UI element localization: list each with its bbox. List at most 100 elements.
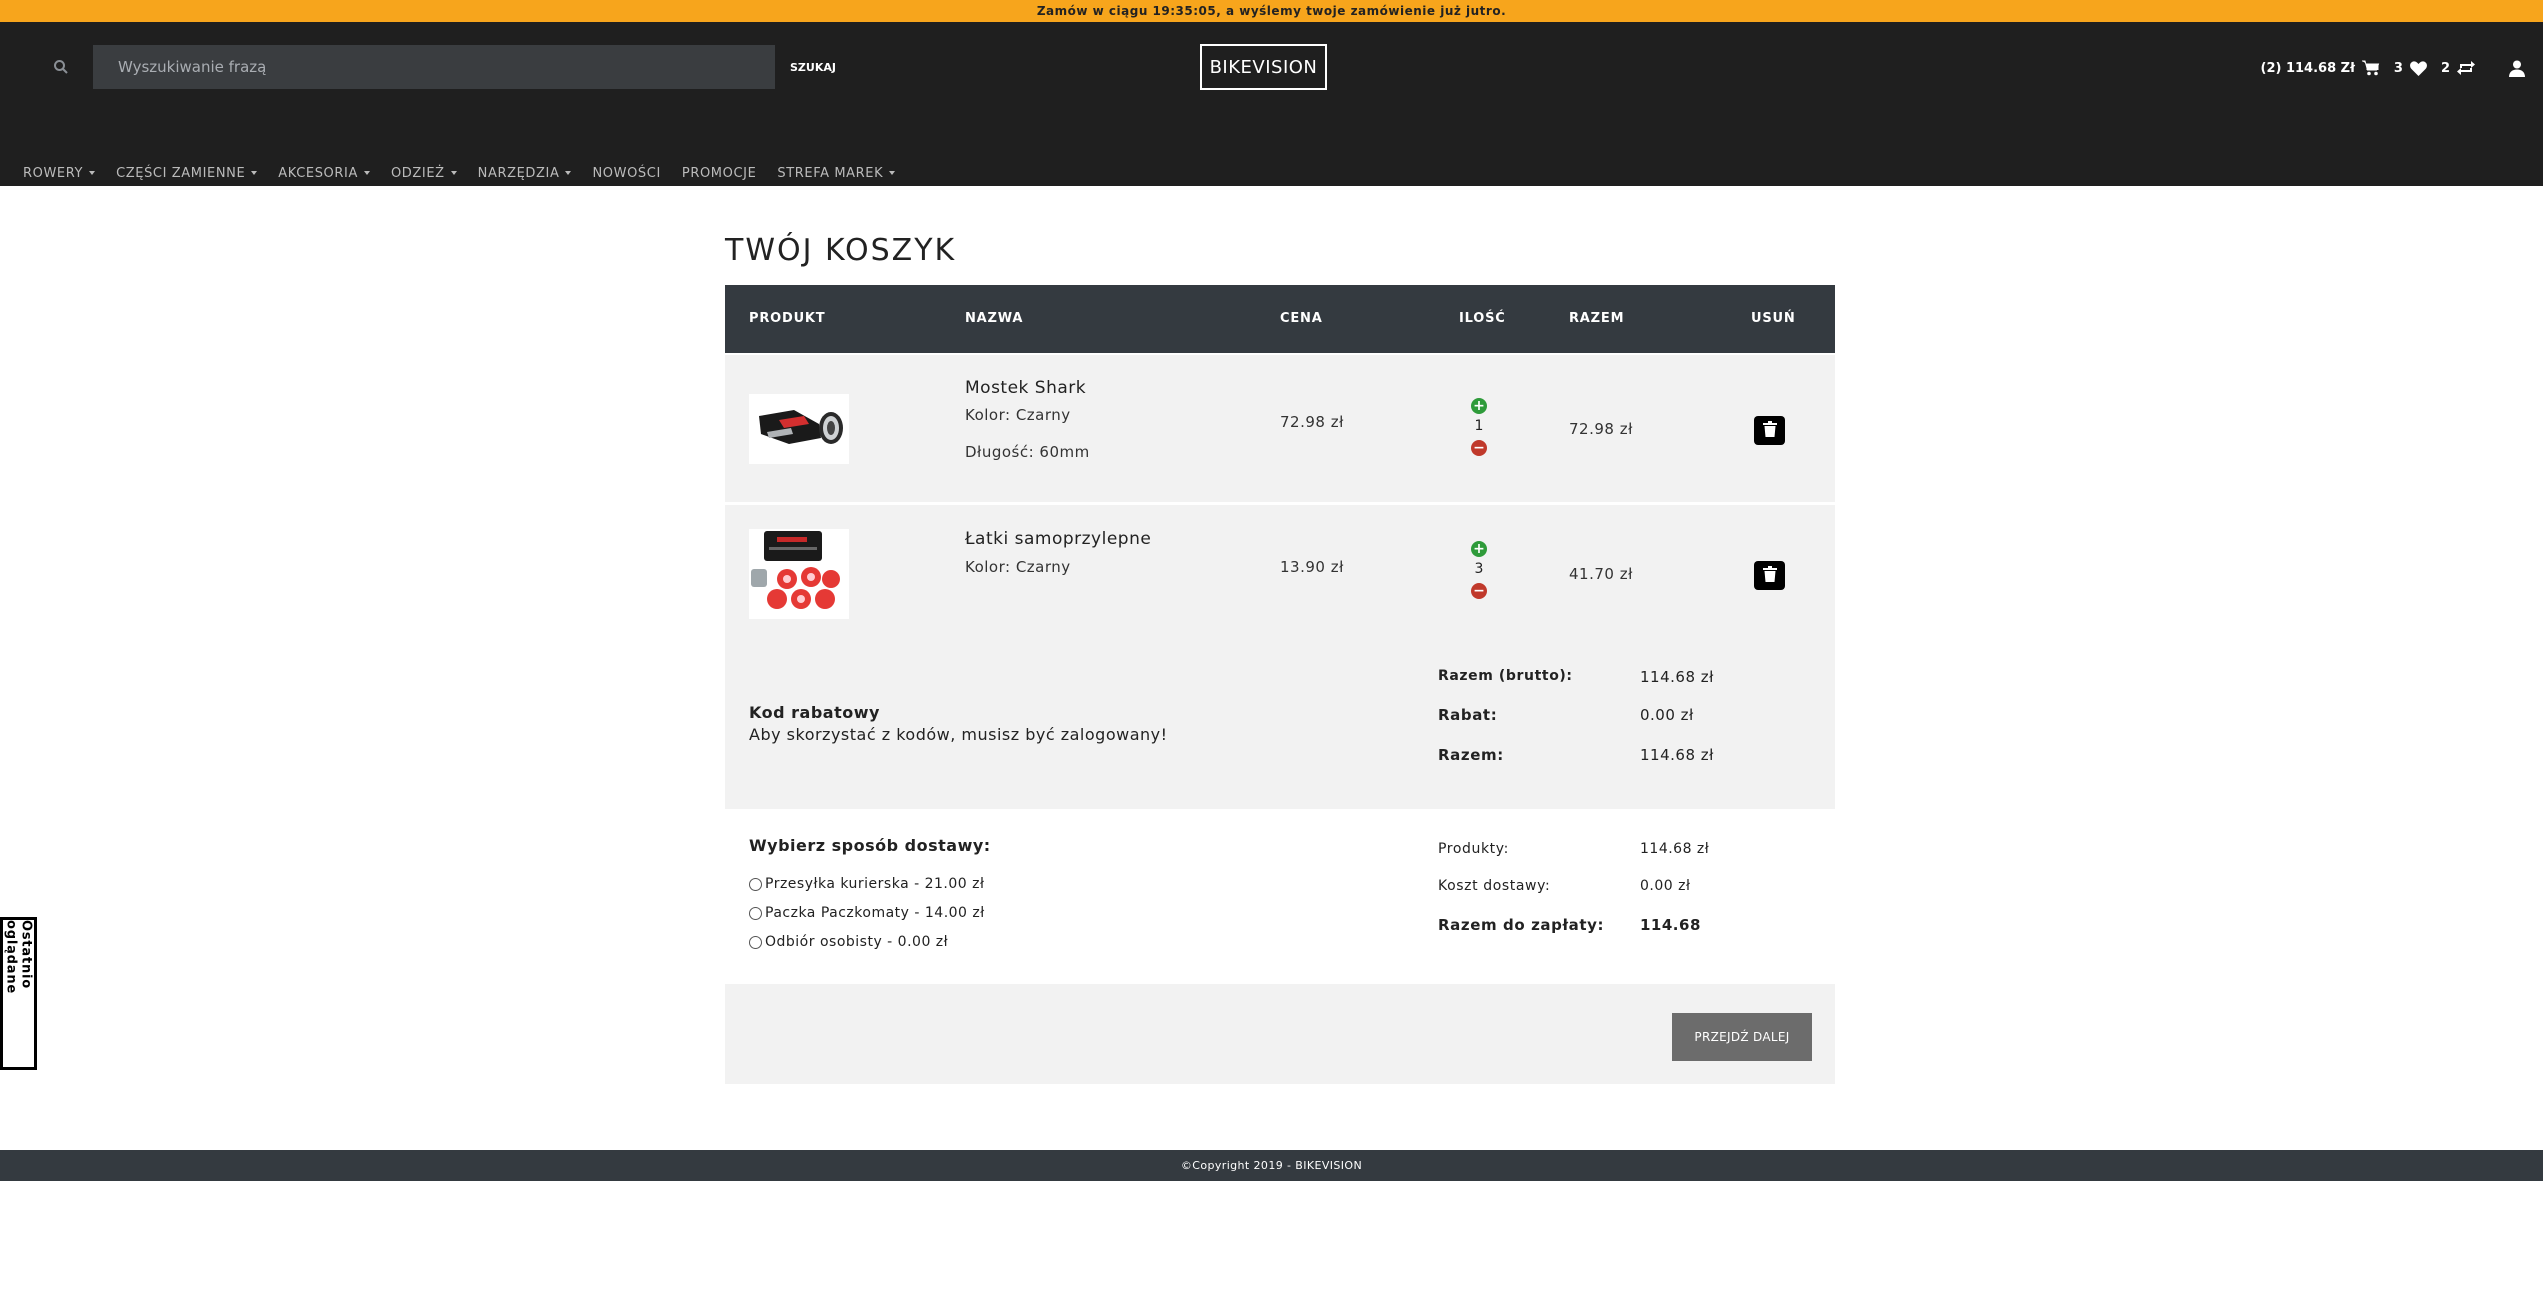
nav-item-promocje[interactable]: PROMOCJE (682, 166, 756, 181)
caret-down-icon (363, 171, 370, 175)
gross-value: 114.68 zł (1640, 668, 1714, 686)
decrease-qty-button[interactable]: − (1471, 440, 1487, 456)
nav-item-label: AKCESORIA (278, 165, 358, 181)
search-button[interactable]: SZUKAJ (790, 56, 836, 78)
coupon-note: Aby skorzystać z kodów, musisz być zalog… (749, 725, 1168, 744)
nav-item-narzedzia[interactable]: NARZĘDZIA (478, 166, 572, 181)
wishlist-link[interactable]: 3 (2394, 61, 2427, 76)
heart-icon (2410, 60, 2427, 76)
logo[interactable]: BIKEVISION (1200, 44, 1327, 90)
wishlist-count: 3 (2393, 60, 2403, 76)
delivery-section: Wybierz sposób dostawy: Przesyłka kurier… (725, 809, 1835, 982)
product-image[interactable] (749, 529, 849, 619)
product-attribute: Kolor: Czarny (965, 406, 1071, 424)
remove-item-button[interactable] (1754, 561, 1785, 590)
promo-bar: Zamów w ciągu 19:35:05, a wyślemy twoje … (0, 0, 2543, 22)
column-header-name: NAZWA (965, 311, 1024, 326)
nav-item-label: PROMOCJE (681, 165, 757, 181)
nav-item-label: CZĘŚCI ZAMIENNE (116, 165, 246, 181)
product-price: 72.98 zł (1280, 413, 1344, 431)
cart-link[interactable]: (2) 114.68 Zł (2261, 60, 2380, 76)
nav-item-label: STREFA MAREK (777, 165, 884, 181)
nav-item-strefa-marek[interactable]: STREFA MAREK (777, 165, 896, 181)
delivery-option-courier[interactable]: Przesyłka kurierska - 21.00 zł (749, 876, 984, 892)
pay-label: Razem do zapłaty: (1438, 916, 1605, 934)
account-link[interactable] (2509, 60, 2525, 77)
recently-viewed-tab[interactable]: Ostatnio oglądane (0, 917, 37, 1070)
recently-viewed-label: Ostatnio oglądane (3, 920, 34, 995)
cart-table-header: PRODUKT NAZWA CENA ILOŚĆ RAZEM USUŃ (725, 285, 1835, 353)
nav-item-label: NARZĘDZIA (477, 165, 560, 181)
product-attribute: Długość: 60mm (965, 443, 1090, 461)
column-header-remove: USUŃ (1751, 311, 1796, 326)
caret-down-icon (89, 171, 96, 175)
gross-label: Razem (brutto): (1438, 668, 1573, 684)
product-image[interactable] (749, 394, 849, 464)
delivery-option-pickup[interactable]: Odbiór osobisty - 0.00 zł (749, 934, 948, 950)
delivery-option-label: Odbiór osobisty - 0.00 zł (765, 934, 949, 950)
increase-qty-button[interactable]: + (1471, 541, 1487, 557)
compare-icon (2457, 61, 2475, 75)
product-name[interactable]: Mostek Shark (965, 378, 1086, 398)
nav-item-label: ROWERY (23, 165, 84, 181)
coupon-title: Kod rabatowy (749, 703, 880, 722)
shipping-label: Koszt dostawy: (1438, 878, 1551, 894)
nav-item-label: ODZIEŻ (390, 165, 445, 181)
nav-item-nowosci[interactable]: NOWOŚCI (592, 166, 660, 181)
cart-summary: (2) 114.68 Zł (2260, 60, 2355, 76)
caret-down-icon (450, 171, 457, 175)
column-header-total: RAZEM (1569, 311, 1625, 326)
proceed-button[interactable]: PRZEJDŹ DALEJ (1672, 1013, 1812, 1061)
main-nav: ROWERY CZĘŚCI ZAMIENNE AKCESORIA ODZIEŻ … (0, 162, 896, 184)
product-name[interactable]: Łatki samoprzylepne (965, 529, 1151, 549)
quantity-value: 3 (1474, 561, 1484, 577)
cart-row: Mostek Shark Kolor: Czarny Długość: 60mm… (725, 354, 1835, 502)
radio-button[interactable] (749, 935, 762, 949)
trash-icon (1762, 420, 1777, 441)
site-header: SZUKAJ BIKEVISION (2) 114.68 Zł 3 2 (0, 22, 2543, 186)
nav-item-rowery[interactable]: ROWERY (23, 165, 96, 181)
product-attribute: Kolor: Czarny (965, 558, 1071, 576)
products-label: Produkty: (1438, 841, 1509, 857)
delivery-option-paczkomat[interactable]: Paczka Paczkomaty - 14.00 zł (749, 905, 985, 921)
user-icon (2509, 60, 2525, 77)
quantity-value: 1 (1474, 418, 1484, 434)
caret-down-icon (565, 171, 572, 175)
cart-section: TWÓJ KOSZYK PRODUKT NAZWA CENA ILOŚĆ RAZ… (725, 186, 1835, 1084)
delivery-option-label: Przesyłka kurierska - 21.00 zł (765, 876, 985, 892)
sum-label: Razem: (1438, 746, 1504, 764)
decrease-qty-button[interactable]: − (1471, 583, 1487, 599)
checkout-action-bar: PRZEJDŹ DALEJ (725, 984, 1835, 1084)
page-title: TWÓJ KOSZYK (725, 233, 957, 268)
promo-text: Zamów w ciągu 19:35:05, a wyślemy twoje … (1036, 4, 1507, 18)
radio-button[interactable] (749, 906, 762, 920)
product-total: 72.98 zł (1569, 420, 1633, 438)
copyright-text: ©Copyright 2019 - BIKEVISION (1180, 1159, 1363, 1172)
pay-value: 114.68 (1640, 916, 1701, 934)
products-value: 114.68 zł (1640, 841, 1710, 857)
radio-button[interactable] (749, 877, 762, 891)
header-actions: (2) 114.68 Zł 3 2 (2261, 56, 2543, 80)
nav-item-akcesoria[interactable]: AKCESORIA (278, 166, 370, 181)
sum-value: 114.68 zł (1640, 746, 1714, 764)
remove-item-button[interactable] (1754, 416, 1785, 445)
compare-link[interactable]: 2 (2441, 61, 2475, 76)
search-icon[interactable] (53, 59, 73, 79)
nav-item-label: NOWOŚCI (592, 165, 661, 181)
shipping-value: 0.00 zł (1640, 878, 1691, 894)
caret-down-icon (889, 171, 896, 175)
product-total: 41.70 zł (1569, 565, 1633, 583)
logo-text: BIKEVISION (1209, 56, 1318, 78)
column-header-qty: ILOŚĆ (1459, 311, 1506, 326)
nav-item-odziez[interactable]: ODZIEŻ (391, 166, 457, 181)
column-header-price: CENA (1280, 311, 1323, 326)
nav-item-czesci-zamienne[interactable]: CZĘŚCI ZAMIENNE (116, 165, 258, 181)
discount-label: Rabat: (1438, 706, 1498, 724)
footer: ©Copyright 2019 - BIKEVISION (0, 1150, 2543, 1181)
search-input[interactable] (93, 45, 775, 89)
product-price: 13.90 zł (1280, 558, 1344, 576)
increase-qty-button[interactable]: + (1471, 398, 1487, 414)
compare-count: 2 (2440, 60, 2450, 76)
delivery-title: Wybierz sposób dostawy: (749, 836, 991, 855)
column-header-product: PRODUKT (749, 311, 826, 326)
